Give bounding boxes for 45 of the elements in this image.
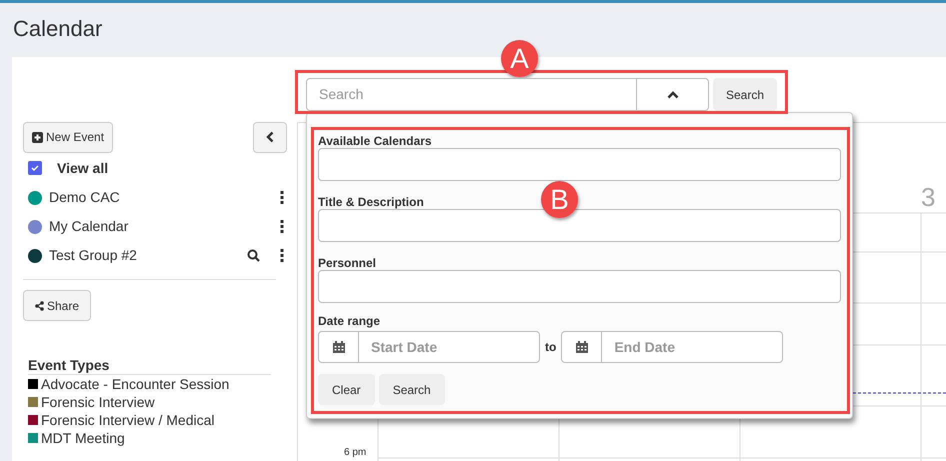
page-title: Calendar — [13, 15, 102, 43]
input-field[interactable] — [318, 270, 841, 303]
calendar-name[interactable]: Demo CAC — [49, 187, 280, 208]
input-field[interactable] — [318, 209, 841, 242]
section-heading: Event Types — [28, 357, 271, 375]
separator-label: to — [545, 339, 556, 356]
calendar-button[interactable] — [561, 331, 602, 363]
share-button[interactable]: Share — [23, 290, 92, 321]
filter-button[interactable]: Clear — [318, 374, 375, 405]
calendar-icon — [574, 340, 589, 354]
event-type-label: MDT Meeting — [41, 430, 125, 446]
search-button[interactable]: Search — [713, 78, 778, 111]
field-label: Available Calendars — [318, 134, 432, 148]
callout-badge: A — [501, 40, 538, 77]
event-type-label: Forensic Interview — [41, 394, 155, 410]
field-label: Personnel — [318, 256, 376, 270]
new-event-button[interactable]: New Event — [23, 122, 114, 152]
more-icon[interactable] — [280, 191, 284, 204]
chevron-left-icon — [266, 131, 274, 143]
calendar-button[interactable] — [318, 331, 359, 363]
calendar-name[interactable]: Test Group #2 — [49, 245, 247, 266]
search-field[interactable]: Search — [306, 78, 709, 111]
chevron-up-icon — [666, 90, 678, 98]
time-label: 6 pm — [344, 448, 366, 458]
field-label: Date range — [318, 314, 380, 328]
share-icon — [35, 300, 44, 310]
calendar-icon — [332, 340, 346, 354]
event-type-label: Forensic Interview / Medical — [41, 412, 215, 428]
date-field[interactable]: Start Date — [359, 331, 540, 363]
view-all-label: View all — [57, 158, 108, 178]
input-field[interactable] — [318, 148, 841, 181]
search-icon[interactable] — [247, 249, 260, 262]
checkbox[interactable] — [28, 161, 42, 175]
plus-icon — [32, 132, 43, 142]
checkmark-icon — [30, 163, 40, 173]
more-icon[interactable] — [280, 220, 284, 233]
filter-button[interactable]: Search — [378, 374, 445, 405]
more-icon[interactable] — [280, 249, 284, 262]
date-field[interactable]: End Date — [602, 331, 784, 363]
day-number: 3 — [921, 181, 936, 214]
collapse-button[interactable] — [253, 122, 287, 152]
field-label: Title & Description — [318, 195, 424, 209]
calendar-name[interactable]: My Calendar — [49, 216, 280, 237]
search-input[interactable]: Search — [307, 79, 636, 110]
event-type-label: Advocate - Encounter Session — [41, 376, 230, 392]
